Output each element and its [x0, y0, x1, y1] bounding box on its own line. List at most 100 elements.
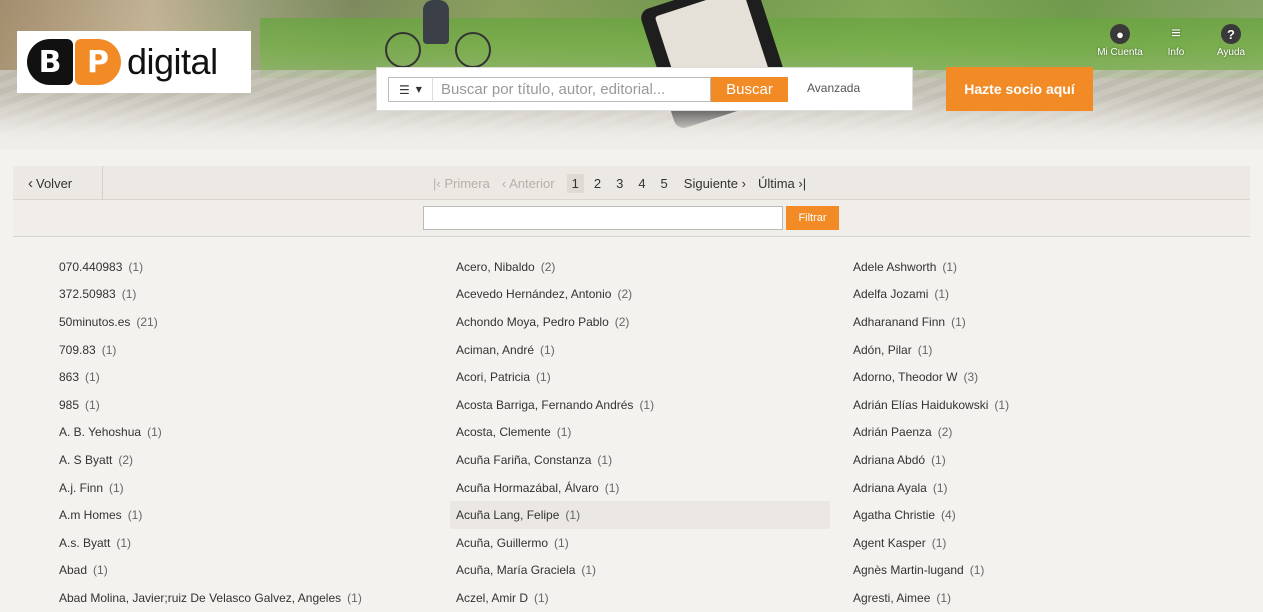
chevron-right-icon: ›	[738, 175, 746, 191]
author-list-item[interactable]: Adriana Abdó (1)	[847, 446, 1227, 474]
author-list-item[interactable]: Agresti, Aimee (1)	[847, 584, 1227, 612]
author-name: A. S Byatt	[59, 452, 113, 467]
author-list-item[interactable]: Abad (1)	[53, 557, 433, 585]
author-name: Acuña Fariña, Constanza	[456, 452, 592, 467]
author-list-item[interactable]: Acero, Nibaldo (2)	[450, 253, 830, 281]
author-list-item[interactable]: Acuña Lang, Felipe (1)	[450, 501, 830, 529]
author-name: Acevedo Hernández, Antonio	[456, 287, 612, 302]
author-count: (1)	[931, 452, 946, 467]
first-page-icon: |‹	[433, 175, 445, 191]
author-count: (1)	[917, 342, 933, 357]
author-count: (1)	[581, 563, 597, 578]
first-page-link[interactable]: |‹ Primera	[433, 176, 490, 191]
author-list-item[interactable]: Agnès Martin-lugand (1)	[847, 557, 1227, 585]
info-button[interactable]: ≡ Info	[1146, 24, 1206, 58]
author-count: (1)	[604, 480, 620, 495]
author-list-item[interactable]: Adorno, Theodor W (3)	[847, 363, 1227, 391]
prev-page-link[interactable]: ‹ Anterior	[502, 176, 555, 191]
search-input[interactable]	[432, 77, 711, 102]
page-5[interactable]: 5	[656, 174, 673, 193]
become-member-button[interactable]: Hazte socio aquí	[946, 67, 1093, 111]
header-banner: B P digital ☰ ▼ Buscar Avanzada Hazte so…	[0, 0, 1263, 150]
author-list-item[interactable]: 50minutos.es (21)	[53, 308, 433, 336]
author-count: (1)	[147, 425, 162, 440]
page-1[interactable]: 1	[566, 173, 584, 193]
author-name: 709.83	[59, 342, 96, 357]
author-list-item[interactable]: Adrián Elías Haidukowski (1)	[847, 391, 1227, 419]
author-list-item[interactable]: Acosta, Clemente (1)	[450, 419, 830, 447]
filter-input[interactable]	[423, 206, 783, 230]
logo-text: digital	[127, 41, 218, 82]
chevron-down-icon: ▼	[415, 85, 422, 94]
author-count: (1)	[121, 287, 137, 302]
author-count: (1)	[536, 370, 551, 385]
author-count: (2)	[937, 425, 953, 440]
author-name: Acero, Nibaldo	[456, 259, 535, 274]
author-count: (2)	[540, 259, 556, 274]
my-account-button[interactable]: ● Mi Cuenta	[1090, 24, 1150, 58]
author-count: (1)	[93, 563, 108, 578]
author-count: (1)	[932, 480, 948, 495]
author-column-3: Adele Ashworth (1) Adelfa Jozami (1) Adharan…	[847, 253, 1227, 612]
author-name: Adrián Elías Haidukowski	[853, 397, 989, 412]
last-page-icon: ›|	[794, 175, 807, 191]
author-list-item[interactable]: Adrián Paenza (2)	[847, 419, 1227, 447]
author-list-item[interactable]: 372.50983 (1)	[53, 281, 433, 309]
user-icon: ●	[1110, 24, 1130, 44]
author-list-item[interactable]: Adón, Pilar (1)	[847, 336, 1227, 364]
author-name: Acuña, Guillermo	[456, 535, 549, 550]
logo-p: P	[75, 39, 121, 85]
author-list-item[interactable]: Adelfa Jozami (1)	[847, 281, 1227, 309]
page-2[interactable]: 2	[589, 174, 606, 193]
author-list-item[interactable]: Aczel, Amir D (1)	[450, 584, 830, 612]
author-list-item[interactable]: Aciman, André (1)	[450, 336, 830, 364]
filter-button[interactable]: Filtrar	[786, 206, 839, 230]
author-list-item[interactable]: 863 (1)	[53, 363, 433, 391]
author-list-item[interactable]: Adharanand Finn (1)	[847, 308, 1227, 336]
author-list-item[interactable]: Acuña, Guillermo (1)	[450, 529, 830, 557]
search-button[interactable]: Buscar	[711, 77, 788, 102]
info-label: Info	[1167, 47, 1185, 58]
author-list-item[interactable]: Acosta Barriga, Fernando Andrés (1)	[450, 391, 830, 419]
author-count: (1)	[109, 480, 124, 495]
search-type-dropdown[interactable]: ☰ ▼	[388, 77, 432, 102]
author-list-item[interactable]: 070.440983 (1)	[53, 253, 433, 281]
page-3[interactable]: 3	[611, 174, 628, 193]
back-button[interactable]: ‹ Volver	[13, 166, 103, 200]
next-page-link[interactable]: Siguiente ›	[684, 176, 746, 191]
author-count: (21)	[136, 314, 158, 329]
author-list-item[interactable]: Acuña, María Graciela (1)	[450, 557, 830, 585]
author-list-item[interactable]: A.j. Finn (1)	[53, 474, 433, 502]
author-list-item[interactable]: Acuña Hormazábal, Álvaro (1)	[450, 474, 830, 502]
bp-digital-logo[interactable]: B P digital	[17, 31, 251, 93]
chevron-left-icon: ‹	[501, 175, 510, 191]
author-list-item[interactable]: Acevedo Hernández, Antonio (2)	[450, 281, 830, 309]
author-list-item[interactable]: Agent Kasper (1)	[847, 529, 1227, 557]
advanced-search-link[interactable]: Avanzada	[807, 81, 860, 95]
author-list-item[interactable]: A. B. Yehoshua (1)	[53, 419, 433, 447]
author-count: (2)	[617, 287, 633, 302]
author-list-item[interactable]: 709.83 (1)	[53, 336, 433, 364]
author-list-item[interactable]: Acuña Fariña, Constanza (1)	[450, 446, 830, 474]
author-list-item[interactable]: A.m Homes (1)	[53, 501, 433, 529]
author-name: Acuña, María Graciela	[456, 563, 576, 578]
page-4[interactable]: 4	[633, 174, 650, 193]
author-list-item[interactable]: A.s. Byatt (1)	[53, 529, 433, 557]
author-list-item[interactable]: Adele Ashworth (1)	[847, 253, 1227, 281]
last-page-link[interactable]: Última ›|	[758, 176, 806, 191]
author-count: (3)	[963, 370, 979, 385]
author-list-item[interactable]: Achondo Moya, Pedro Pablo (2)	[450, 308, 830, 336]
author-name: Adharanand Finn	[853, 314, 946, 329]
author-name: 070.440983	[59, 259, 123, 274]
author-list-item[interactable]: 985 (1)	[53, 391, 433, 419]
author-name: Agent Kasper	[853, 535, 926, 550]
author-list-item[interactable]: A. S Byatt (2)	[53, 446, 433, 474]
author-list-item[interactable]: Acori, Patricia (1)	[450, 363, 830, 391]
author-list-item[interactable]: Agatha Christie (4)	[847, 501, 1227, 529]
author-name: Agresti, Aimee	[853, 590, 931, 605]
author-list-item[interactable]: Adriana Ayala (1)	[847, 474, 1227, 502]
author-name: Adriana Ayala	[853, 480, 927, 495]
author-name: Acosta, Clemente	[456, 425, 551, 440]
author-list-item[interactable]: Abad Molina, Javier;ruiz De Velasco Galv…	[53, 584, 433, 612]
help-button[interactable]: ? Ayuda	[1201, 24, 1261, 58]
